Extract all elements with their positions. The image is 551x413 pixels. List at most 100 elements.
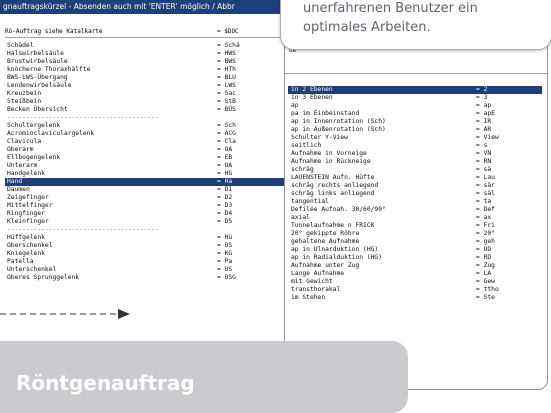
projection-row[interactable]: ap in Ulnarduktion (HG) = UD <box>288 246 542 254</box>
body-region-row[interactable]: Daumen = D1 <box>5 186 288 194</box>
body-region-row[interactable]: Becken Übersicht = BÜS <box>5 106 288 114</box>
projection-label: schräg rechts anliegend <box>291 182 379 190</box>
body-region-label: Brustwirbelsäule <box>7 58 68 66</box>
body-region-row[interactable]: Kreuzbein = Sac <box>5 90 288 98</box>
body-region-label: ---------------------------------------- <box>7 226 159 234</box>
projection-row[interactable]: 20° gekippte Röhre = 20° <box>288 230 542 238</box>
projection-label: LAUENSTEIN Aufn. Hüfte <box>291 174 375 182</box>
body-region-row[interactable]: knöcherne Thoraxhälfte = HTh <box>5 66 288 74</box>
body-region-row[interactable]: Oberarm = OA <box>5 146 288 154</box>
projection-row[interactable]: Lange Aufnahme = LA <box>288 270 542 278</box>
body-region-row[interactable]: Unterschenkel = US <box>5 266 288 274</box>
projection-row[interactable]: Schulter Y-View = View <box>288 134 542 142</box>
projection-row[interactable]: schräg links anliegend = säl <box>288 190 542 198</box>
projection-row[interactable]: in 3 Ebenen = 3 <box>288 94 542 102</box>
catalog-header-row[interactable]: Rö-Auftrag siehe Katalkarte = $DOC <box>5 27 285 38</box>
projection-code: = LA <box>476 270 492 278</box>
projection-row[interactable]: schräg rechts anliegend = sär <box>288 182 542 190</box>
body-region-label: Kreuzbein <box>7 90 42 98</box>
projection-code: = 3 <box>476 94 488 102</box>
body-region-row[interactable]: Halswirbelsäule = HWS <box>5 50 288 58</box>
separator-row: ---------------------------------------- <box>5 226 288 234</box>
body-region-label: Mittelfinger <box>7 202 53 210</box>
projection-row[interactable]: Aufnahme in Vorneige = VN <box>288 150 542 158</box>
projection-row[interactable]: ap in Innenrotation (Sch) = IR <box>288 118 542 126</box>
projection-row[interactable]: transthorakal = ttho <box>288 286 542 294</box>
abbreviation-window: gnauftragskürzel - Absenden auch mit 'EN… <box>0 0 293 392</box>
body-region-row[interactable]: Oberschenkel = OS <box>5 242 288 250</box>
body-region-label: Ringfinger <box>7 210 45 218</box>
body-region-list[interactable]: Schädel = Schä Halswirbelsäule = HWS Brustwi… <box>5 42 288 282</box>
body-region-row[interactable]: Handgelenk = HG <box>5 170 288 178</box>
body-region-label: Kniegelenk <box>7 250 45 258</box>
tooltip-line-1: unerfahrenen Benutzer ein <box>303 1 478 16</box>
body-region-label: Unterarm <box>7 162 38 170</box>
body-region-label: Ellbogengelenk <box>7 154 61 162</box>
body-region-row[interactable]: Kleinfinger = D5 <box>5 218 288 226</box>
projection-label: in 2 Ebenen <box>291 86 333 93</box>
projection-label: schräg links anliegend <box>291 190 375 198</box>
body-region-code: = D1 <box>217 186 233 194</box>
projection-row[interactable]: LAUENSTEIN Aufn. Hüfte = Lau <box>288 174 542 182</box>
projection-code: = 20° <box>476 230 495 238</box>
body-region-row[interactable]: Hüftgelenk = Hü <box>5 234 288 242</box>
projection-row[interactable]: Aufnahme in Rückneige = RN <box>288 158 542 166</box>
projection-code: = Ste <box>476 294 495 302</box>
body-region-row[interactable]: Steißbein = StB <box>5 98 288 106</box>
body-region-row[interactable]: Schultergelenk = Sch <box>5 122 288 130</box>
body-region-row[interactable]: Patella = Pa <box>5 258 288 266</box>
body-region-code: = OA <box>217 146 233 154</box>
body-region-label: Schultergelenk <box>7 122 61 130</box>
projection-label: ap in Außenrotation (Sch) <box>291 126 386 134</box>
projection-row[interactable]: gehaltene Aufnahme = geh <box>288 238 542 246</box>
projection-row[interactable]: ap in Radialduktion (HG) = RD <box>288 254 542 262</box>
projection-row[interactable]: Defilée Aufnah. 30/60/90° = Def <box>288 206 542 214</box>
projection-row[interactable]: mit Gewicht = Gew <box>288 278 542 286</box>
projection-row[interactable]: Aufnahme unter Zug = Zug <box>288 262 542 270</box>
projection-label: im Stehen <box>291 294 326 302</box>
projection-code: = apE <box>476 110 495 118</box>
projection-row[interactable]: pa im Einbeinstand = apE <box>288 110 542 118</box>
projection-window: Ge in 2 Ebenen = 2 in 3 Ebenen = 3 ap = ap pa … <box>284 0 548 390</box>
body-region-row[interactable]: Zeigefinger = D2 <box>5 194 288 202</box>
body-region-label: Lendenwirbelsäule <box>7 82 72 90</box>
body-region-row[interactable]: Unterarm = UA <box>5 162 288 170</box>
projection-row[interactable]: seitlich = s <box>288 142 542 150</box>
body-region-row[interactable]: Kniegelenk = KG <box>5 250 288 258</box>
projection-row[interactable]: in 2 Ebenen = 2 <box>288 86 542 95</box>
body-region-code: = Pa <box>217 258 233 266</box>
body-region-row[interactable]: Clavicula = Cla <box>5 138 288 146</box>
projection-code: = ax <box>476 214 492 222</box>
body-region-row[interactable]: BWS-LWS-Übergang = BLU <box>5 74 288 82</box>
projection-row[interactable]: axial = ax <box>288 214 542 222</box>
body-region-row[interactable]: Ellbogengelenk = EB <box>5 154 288 162</box>
divider <box>285 73 547 74</box>
projection-row[interactable]: im Stehen = Ste <box>288 294 542 302</box>
projection-list[interactable]: in 2 Ebenen = 2 in 3 Ebenen = 3 ap = ap pa im … <box>288 86 542 302</box>
dashed-arrow-icon <box>0 309 130 319</box>
separator-row: ---------------------------------------- <box>5 114 288 122</box>
projection-label: pa im Einbeinstand <box>291 110 360 118</box>
body-region-row[interactable]: Acromioclaviculargelenk = ACG <box>5 130 288 138</box>
projection-row[interactable]: ap in Außenrotation (Sch) = AR <box>288 126 542 134</box>
body-region-row[interactable]: Mittelfinger = D3 <box>5 202 288 210</box>
body-region-code: = Ha <box>217 178 233 186</box>
projection-code: = UD <box>476 246 492 254</box>
projection-row[interactable]: schräg = sä <box>288 166 542 174</box>
body-region-label: Clavicula <box>7 138 42 146</box>
projection-code: = s <box>476 142 488 150</box>
projection-row[interactable]: ap = ap <box>288 102 542 110</box>
projection-code: = ta <box>476 198 492 206</box>
body-region-row[interactable]: Hand = Ha <box>5 178 288 187</box>
body-region-row[interactable]: Brustwirbelsäule = BWS <box>5 58 288 66</box>
body-region-row[interactable]: Lendenwirbelsäule = LWS <box>5 82 288 90</box>
body-region-code: = HTh <box>217 66 236 74</box>
projection-label: Lange Aufnahme <box>291 270 345 278</box>
body-region-row[interactable]: Oberes Sprunggelenk = OSG <box>5 274 288 282</box>
body-region-label: Patella <box>7 258 34 266</box>
projection-label: ap in Ulnarduktion (HG) <box>291 246 379 254</box>
body-region-row[interactable]: Ringfinger = D4 <box>5 210 288 218</box>
projection-label: 20° gekippte Röhre <box>291 230 360 238</box>
projection-code: = AR <box>476 126 492 134</box>
body-region-row[interactable]: Schädel = Schä <box>5 42 288 50</box>
